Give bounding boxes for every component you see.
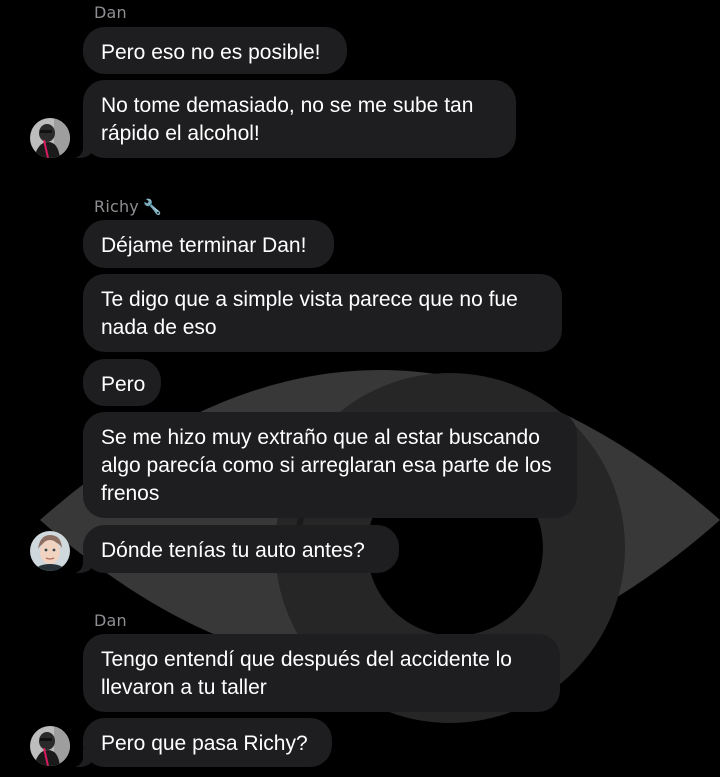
- sender-name: Richy 🔧: [94, 197, 162, 216]
- message-text: Pero que pasa Richy?: [101, 732, 308, 755]
- message-text: Te digo que a simple vista parece que no…: [101, 288, 518, 339]
- sender-name: Dan: [94, 611, 127, 630]
- message-text: Tengo entendí que después del accidente …: [101, 648, 512, 699]
- avatar[interactable]: [30, 531, 70, 571]
- message-bubble[interactable]: Dónde tenías tu auto antes?: [70, 525, 399, 573]
- avatar[interactable]: [30, 118, 70, 158]
- sender-name-text: Dan: [94, 611, 127, 630]
- message-text: Déjame terminar Dan!: [101, 234, 307, 257]
- message-bubble[interactable]: Déjame terminar Dan!: [83, 220, 334, 268]
- message-bubble[interactable]: Pero que pasa Richy?: [70, 718, 332, 767]
- message-bubble[interactable]: Tengo entendí que después del accidente …: [83, 634, 560, 712]
- sender-name-text: Dan: [94, 3, 127, 22]
- chat-thread: Dan Pero eso no es posible! No tome dema…: [0, 0, 720, 777]
- message-bubble[interactable]: Te digo que a simple vista parece que no…: [83, 274, 562, 352]
- wrench-icon: 🔧: [142, 198, 162, 216]
- avatar-dan-image: [30, 726, 70, 766]
- message-text: No tome demasiado, no se me sube tan ráp…: [101, 94, 474, 145]
- sender-name-text: Richy: [94, 197, 139, 216]
- sender-name: Dan: [94, 3, 127, 22]
- message-text: Pero: [101, 373, 146, 396]
- avatar-dan-image: [30, 118, 70, 158]
- message-text: Dónde tenías tu auto antes?: [101, 539, 365, 562]
- message-text: Se me hizo muy extraño que al estar busc…: [101, 426, 552, 505]
- message-bubble[interactable]: Se me hizo muy extraño que al estar busc…: [83, 412, 577, 518]
- message-bubble[interactable]: Pero: [83, 359, 161, 406]
- message-text: Pero eso no es posible!: [101, 41, 321, 64]
- message-bubble[interactable]: No tome demasiado, no se me sube tan ráp…: [70, 80, 516, 158]
- message-bubble[interactable]: Pero eso no es posible!: [83, 27, 347, 74]
- avatar-richy-image: [30, 531, 70, 571]
- avatar[interactable]: [30, 726, 70, 766]
